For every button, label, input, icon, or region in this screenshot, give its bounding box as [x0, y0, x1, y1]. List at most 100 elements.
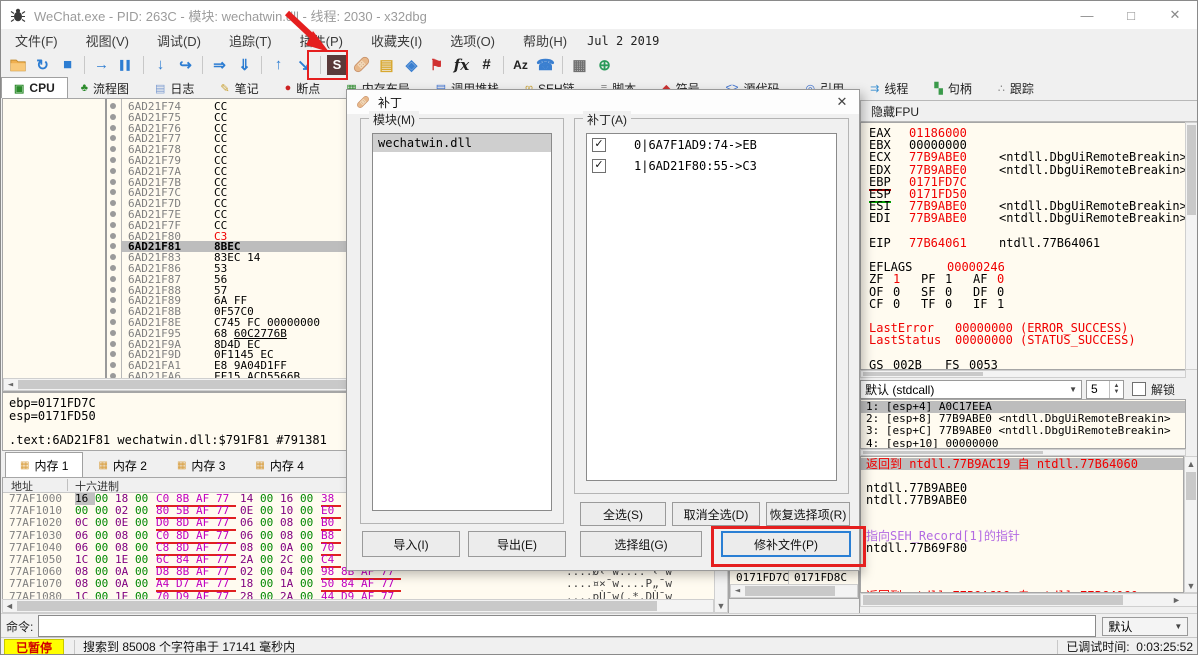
- registers-hscrollbar[interactable]: [860, 370, 1186, 378]
- breakpoint-dot[interactable]: [110, 103, 116, 109]
- calling-convention-select[interactable]: 默认 (stdcall) ▼: [860, 379, 1082, 399]
- breakpoint-dot[interactable]: [110, 124, 116, 131]
- spinner-arrows[interactable]: ▲ ▼: [1109, 380, 1123, 398]
- argument-row[interactable]: 2: [esp+8] 77B9ABE0 <ntdll.DbgUiRemoteBr…: [861, 413, 1185, 425]
- stack-info-line[interactable]: 返回到 ntdll.77B9AC19 自 ntdll.77B64060: [861, 458, 1183, 470]
- bookmark-icon[interactable]: ⚑: [424, 54, 449, 76]
- breakpoint-dot[interactable]: [110, 254, 116, 261]
- hash-icon[interactable]: #: [474, 54, 499, 76]
- stack-info-vscrollbar[interactable]: ▲ ▼: [1184, 456, 1197, 593]
- breakpoint-dot[interactable]: [110, 340, 116, 347]
- tab-句柄[interactable]: ▚ 句柄: [921, 77, 984, 98]
- close-button[interactable]: ✕: [1153, 1, 1197, 29]
- menu-item-6[interactable]: 选项(O): [436, 29, 509, 52]
- restore-selection-button[interactable]: 恢复选择项(R): [766, 502, 850, 526]
- stack-hscrollbar[interactable]: ◄: [730, 584, 858, 598]
- tab-cpu[interactable]: ▣ CPU: [1, 77, 68, 98]
- argument-row[interactable]: 4: [esp+10] 00000000: [861, 437, 1185, 448]
- patch-checkbox[interactable]: ✓: [592, 137, 606, 152]
- scroll-thumb[interactable]: [1187, 125, 1196, 215]
- menu-item-5[interactable]: 收藏夹(I): [357, 29, 436, 52]
- select-all-button[interactable]: 全选(S): [580, 502, 666, 526]
- strings-icon[interactable]: Az: [508, 54, 533, 76]
- patch-list[interactable]: ✓ 0|6A7F1AD9:74->EB ✓ 1|6AD21F80:55->C3: [586, 133, 837, 481]
- breakpoint-dot[interactable]: [110, 157, 116, 163]
- scroll-thumb[interactable]: [1186, 472, 1196, 500]
- register-line[interactable]: OF 0 SF 0 DF 0: [869, 285, 1183, 299]
- menu-item-3[interactable]: 追踪(T): [215, 29, 286, 52]
- module-list[interactable]: wechatwin.dll: [372, 133, 552, 511]
- register-line[interactable]: EFLAGS 00000246: [869, 261, 1183, 274]
- modules-icon[interactable]: ☎: [533, 54, 558, 76]
- breakpoint-dot[interactable]: [110, 135, 116, 142]
- unlock-checkbox[interactable]: [1132, 382, 1146, 396]
- breakpoint-dot[interactable]: [110, 275, 116, 282]
- dump-tab-1[interactable]: ▦ 内存 1: [5, 452, 84, 477]
- stack-info-line[interactable]: ntdll.77B9ABE0: [866, 494, 1183, 506]
- trace-over-icon[interactable]: ⇓: [232, 54, 257, 76]
- import-button[interactable]: 导入(I): [362, 531, 460, 557]
- breakpoint-dot[interactable]: [110, 286, 116, 293]
- arguments-scrollbar[interactable]: [860, 449, 1186, 456]
- breakpoint-dot[interactable]: [110, 243, 116, 250]
- menu-item-2[interactable]: 调试(D): [143, 29, 215, 52]
- breakpoint-dot[interactable]: [110, 319, 116, 325]
- tab-流程图[interactable]: ♣ 流程图: [68, 77, 142, 98]
- breakpoint-dot[interactable]: [110, 265, 116, 271]
- dump-row[interactable]: 77AF1070 08 00 0A 00 A4 D7 AF 77 18 00 1A 00 50 84 AF 77…: [3, 578, 714, 593]
- breakpoint-dot[interactable]: [110, 297, 116, 304]
- register-line[interactable]: LastStatus 00000000 (STATUS_SUCCESS): [869, 334, 1183, 347]
- dump-tab-3[interactable]: ▦ 内存 3: [162, 452, 240, 477]
- pause-icon[interactable]: ▌▌: [114, 54, 139, 76]
- maximize-button[interactable]: □: [1109, 1, 1153, 29]
- breakpoint-gutter[interactable]: [106, 99, 122, 380]
- register-line[interactable]: GS 002B FS 0053: [869, 358, 1183, 369]
- menu-item-7[interactable]: 帮助(H): [509, 29, 581, 52]
- open-file-icon[interactable]: [5, 54, 30, 76]
- dialog-close-icon[interactable]: ✕: [833, 93, 851, 111]
- argument-row[interactable]: 1: [esp+4] A0C17EEA: [861, 401, 1185, 413]
- scroll-thumb[interactable]: [863, 451, 1043, 454]
- scroll-thumb[interactable]: [863, 372, 983, 376]
- menu-item-4[interactable]: 插件(P): [286, 29, 357, 52]
- function-icon[interactable]: fx: [449, 54, 474, 76]
- module-list-item[interactable]: wechatwin.dll: [373, 134, 551, 152]
- argument-count-spinner[interactable]: 5 ▲ ▼: [1086, 379, 1124, 399]
- breakpoint-dot[interactable]: [110, 178, 116, 185]
- patch-checkbox[interactable]: ✓: [592, 158, 606, 173]
- scroll-thumb[interactable]: [17, 601, 657, 611]
- minimize-button[interactable]: —: [1065, 1, 1109, 29]
- breakpoint-dot[interactable]: [110, 362, 116, 369]
- breakpoint-dot[interactable]: [110, 189, 116, 196]
- registers-pane[interactable]: EAX 01186000 EBX 00000000 ECX 77B9ABE0 <ntdll.…: [860, 122, 1186, 370]
- calculator-icon[interactable]: ▦: [567, 54, 592, 76]
- argument-row[interactable]: 3: [esp+C] 77B9ABE0 <ntdll.DbgUiRemoteBr…: [861, 425, 1185, 437]
- step-into-icon[interactable]: ↓: [148, 54, 173, 76]
- export-button[interactable]: 导出(E): [468, 531, 566, 557]
- label-icon[interactable]: ◈: [399, 54, 424, 76]
- register-line[interactable]: CF 0 TF 0 IF 1: [869, 297, 1183, 311]
- breakpoint-dot[interactable]: [110, 113, 116, 120]
- tab-断点[interactable]: ● 断点: [272, 77, 334, 98]
- patch-item[interactable]: ✓ 0|6A7F1AD9:74->EB: [587, 134, 836, 155]
- help-globe-icon[interactable]: ⊕: [592, 54, 617, 76]
- stack-info-line[interactable]: ntdll.77B69F80: [866, 542, 1183, 554]
- register-line[interactable]: EIP 77B64061 ntdll.77B64061: [869, 236, 1183, 250]
- menu-item-1[interactable]: 视图(V): [72, 29, 143, 52]
- command-input[interactable]: [38, 615, 1097, 637]
- patches-icon[interactable]: [349, 54, 374, 76]
- dump-tab-2[interactable]: ▦ 内存 2: [83, 452, 161, 477]
- hide-fpu-button[interactable]: 隐藏FPU: [860, 100, 1197, 122]
- deselect-all-button[interactable]: 取消全选(D): [672, 502, 760, 526]
- arguments-pane[interactable]: 1: [esp+4] A0C17EEA 2: [esp+8] 77B9ABE0 <…: [860, 399, 1186, 449]
- restart-icon[interactable]: ↻: [30, 54, 55, 76]
- stack-info-pane[interactable]: 返回到 ntdll.77B9AC19 自 ntdll.77B64060 ntdll…: [860, 456, 1184, 593]
- stack-row[interactable]: 0171FD7C 0171FD8C: [730, 572, 858, 584]
- breakpoint-dot[interactable]: [110, 167, 116, 174]
- patch-item[interactable]: ✓ 1|6AD21F80:55->C3: [587, 155, 836, 176]
- tab-日志[interactable]: ▤ 日志: [142, 77, 207, 98]
- scroll-thumb[interactable]: [863, 595, 1123, 605]
- dump-tab-4[interactable]: ▦ 内存 4: [240, 452, 318, 477]
- tab-笔记[interactable]: ✎ 笔记: [207, 77, 271, 98]
- breakpoint-dot[interactable]: [110, 146, 116, 153]
